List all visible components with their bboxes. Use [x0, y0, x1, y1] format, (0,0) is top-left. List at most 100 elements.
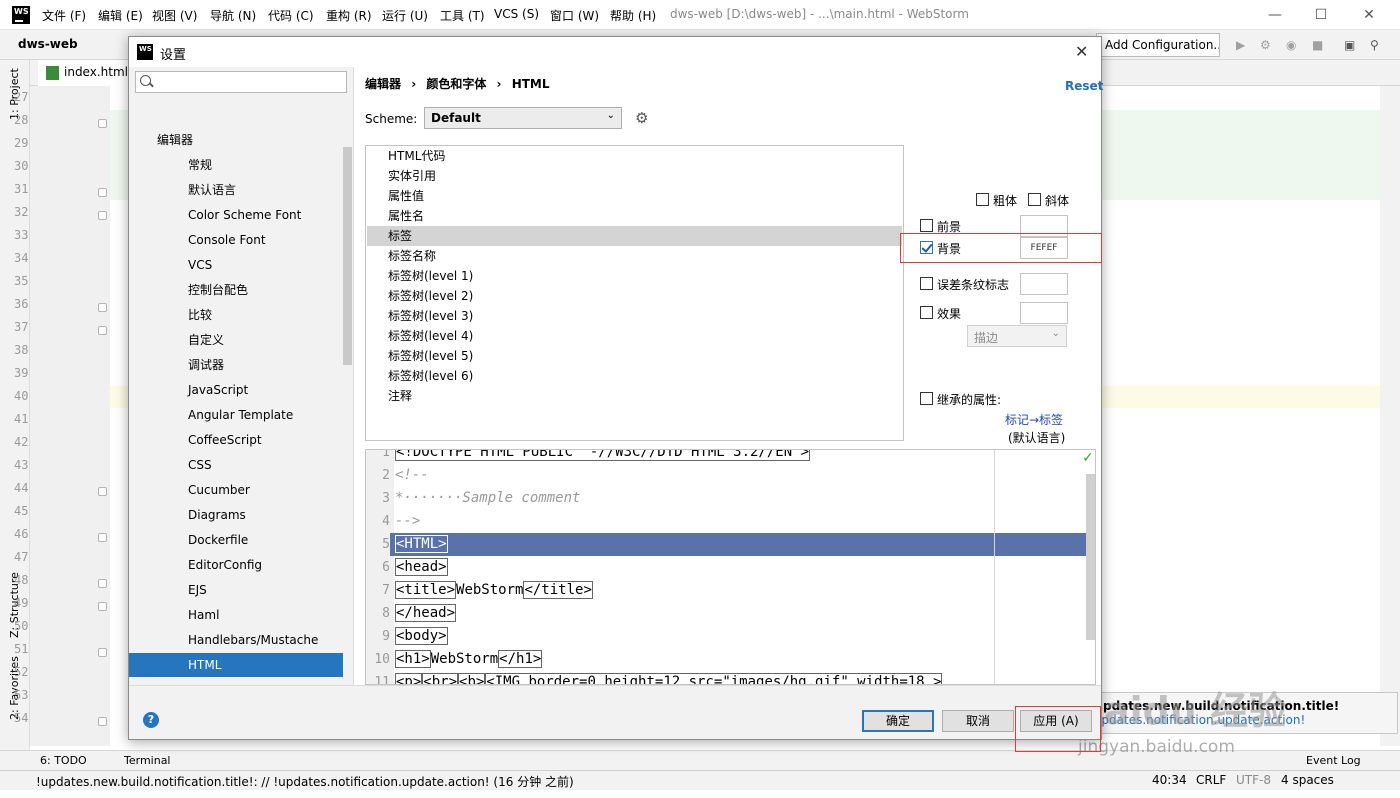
menu-tools[interactable]: 工具 (T)	[440, 7, 485, 24]
close-window-icon[interactable]: ✕	[1354, 4, 1384, 26]
error-stripe-checkbox[interactable]	[920, 277, 933, 290]
help-icon[interactable]: ?	[143, 712, 159, 728]
sidebar-item[interactable]: 自定义	[129, 328, 343, 352]
caret-position[interactable]: 40:34	[1152, 773, 1187, 787]
sidebar-item[interactable]: Color Scheme Font	[129, 203, 343, 227]
settings-search-input[interactable]	[135, 71, 347, 93]
menu-navigate[interactable]: 导航 (N)	[210, 7, 256, 24]
reset-link[interactable]: Reset	[1065, 79, 1103, 93]
attribute-list-item[interactable]: 标签	[367, 226, 902, 246]
attribute-list-item[interactable]: 属性名	[367, 206, 902, 226]
sidebar-item[interactable]: EditorConfig	[129, 553, 343, 577]
sidebar-item[interactable]: Haml	[129, 603, 343, 627]
minimize-icon[interactable]: —	[1260, 4, 1290, 26]
preview-scrollbar[interactable]	[1086, 474, 1095, 640]
tree-root-editor[interactable]: 编辑器	[157, 131, 193, 148]
preview-editor[interactable]: 1 <!DOCTYPE HTML PUBLIC "-//W3C//DTD HTML…	[365, 449, 1096, 685]
search-everywhere-icon[interactable]: ⚲	[1370, 38, 1379, 52]
editor-scrollbar[interactable]	[1380, 86, 1400, 746]
sidebar-item[interactable]: CSS	[129, 453, 343, 477]
run-icon[interactable]: ▶	[1236, 38, 1245, 52]
bold-checkbox[interactable]	[976, 193, 989, 206]
debug-icon[interactable]: ⚙	[1260, 38, 1271, 52]
menu-file[interactable]: 文件 (F)	[42, 7, 86, 24]
close-icon[interactable]: ✕	[1075, 42, 1088, 61]
sidebar-item[interactable]: Cucumber	[129, 478, 343, 502]
italic-checkbox[interactable]	[1028, 193, 1041, 206]
menu-code[interactable]: 代码 (C)	[268, 7, 314, 24]
attribute-list-item[interactable]: HTML代码	[367, 146, 902, 166]
sidebar-item[interactable]: VCS	[129, 253, 343, 277]
effects-checkbox[interactable]	[920, 306, 933, 319]
fold-marker-icon[interactable]	[98, 648, 107, 657]
attribute-list-item[interactable]: 标签树(level 4)	[367, 326, 902, 346]
menu-refactor[interactable]: 重构 (R)	[326, 7, 372, 24]
fold-marker-icon[interactable]	[98, 211, 107, 220]
attribute-list-item[interactable]: 实体引用	[367, 166, 902, 186]
project-breadcrumb[interactable]: dws-web	[18, 37, 78, 51]
attribute-list-item[interactable]: 标签名称	[367, 246, 902, 266]
fold-marker-icon[interactable]	[98, 326, 107, 335]
gear-icon[interactable]: ⚙	[635, 110, 651, 126]
attribute-list-item[interactable]: 标签树(level 1)	[367, 266, 902, 286]
add-configuration-button[interactable]: Add Configuration...	[1096, 33, 1220, 57]
menu-window[interactable]: 窗口 (W)	[550, 7, 599, 24]
cancel-button[interactable]: 取消	[942, 710, 1014, 732]
fold-marker-icon[interactable]	[98, 579, 107, 588]
foreground-checkbox[interactable]	[920, 219, 933, 232]
sidebar-item[interactable]: Console Font	[129, 228, 343, 252]
attribute-list-item[interactable]: 注释	[367, 386, 902, 406]
menu-vcs[interactable]: VCS (S)	[494, 7, 539, 21]
menu-edit[interactable]: 编辑 (E)	[98, 7, 143, 24]
attribute-list-item[interactable]: 标签树(level 3)	[367, 306, 902, 326]
file-tab-index-html[interactable]: index.html	[38, 60, 137, 86]
stop-icon[interactable]: ■	[1312, 38, 1323, 52]
menu-run[interactable]: 运行 (U)	[382, 7, 428, 24]
fold-marker-icon[interactable]	[98, 303, 107, 312]
sidebar-scrollbar[interactable]	[343, 147, 352, 365]
effects-color-swatch[interactable]	[1020, 302, 1068, 324]
attribute-list-item[interactable]: 标签树(level 2)	[367, 286, 902, 306]
sidebar-item[interactable]: 调试器	[129, 353, 343, 377]
menu-view[interactable]: 视图 (V)	[152, 7, 197, 24]
sidebar-item[interactable]: CoffeeScript	[129, 428, 343, 452]
fold-marker-icon[interactable]	[98, 119, 107, 128]
inherit-checkbox[interactable]	[920, 392, 933, 405]
coverage-icon[interactable]: ◉	[1286, 38, 1296, 52]
sidebar-item[interactable]: HTML	[129, 653, 343, 677]
fold-marker-icon[interactable]	[98, 717, 107, 726]
background-color-swatch[interactable]: FEFEF	[1020, 237, 1068, 259]
fold-marker-icon[interactable]	[98, 188, 107, 197]
sidebar-item[interactable]: Handlebars/Mustache	[129, 628, 343, 652]
event-log-tool-tab[interactable]: Event Log	[1306, 754, 1361, 767]
sidebar-item[interactable]: HTTP Request	[129, 678, 343, 685]
sidebar-item[interactable]: Angular Template	[129, 403, 343, 427]
sidebar-item[interactable]: 控制台配色	[129, 278, 343, 302]
menu-help[interactable]: 帮助 (H)	[610, 7, 656, 24]
file-encoding[interactable]: UTF-8	[1236, 773, 1271, 787]
error-stripe-color-swatch[interactable]	[1020, 273, 1068, 295]
attribute-list-item[interactable]: 属性值	[367, 186, 902, 206]
sidebar-item[interactable]: JavaScript	[129, 378, 343, 402]
sidebar-item[interactable]: Diagrams	[129, 503, 343, 527]
scheme-select[interactable]: Default ⌄	[424, 107, 622, 129]
sidebar-item[interactable]: 比较	[129, 303, 343, 327]
sidebar-item[interactable]: 默认语言	[129, 178, 343, 202]
inherit-link[interactable]: 标记→标签	[1005, 411, 1063, 428]
attribute-list-item[interactable]: 标签树(level 5)	[367, 346, 902, 366]
line-separator[interactable]: CRLF	[1196, 773, 1226, 787]
attribute-list-item[interactable]: 标签树(level 6)	[367, 366, 902, 386]
sidebar-item[interactable]: Dockerfile	[129, 528, 343, 552]
sidebar-item[interactable]: EJS	[129, 578, 343, 602]
layout-icon[interactable]: ▣	[1344, 38, 1355, 52]
fold-marker-icon[interactable]	[98, 533, 107, 542]
effect-type-select[interactable]: 描边 ⌄	[967, 325, 1067, 347]
indent-setting[interactable]: 4 spaces	[1281, 773, 1334, 787]
todo-tool-tab[interactable]: 6: TODO	[40, 754, 87, 767]
terminal-tool-tab[interactable]: Terminal	[124, 754, 171, 767]
sidebar-item[interactable]: 常规	[129, 153, 343, 177]
background-checkbox[interactable]	[920, 241, 933, 254]
status-message[interactable]: !updates.new.build.notification.title!: …	[36, 773, 574, 790]
ok-button[interactable]: 确定	[862, 710, 934, 732]
fold-marker-icon[interactable]	[98, 487, 107, 496]
